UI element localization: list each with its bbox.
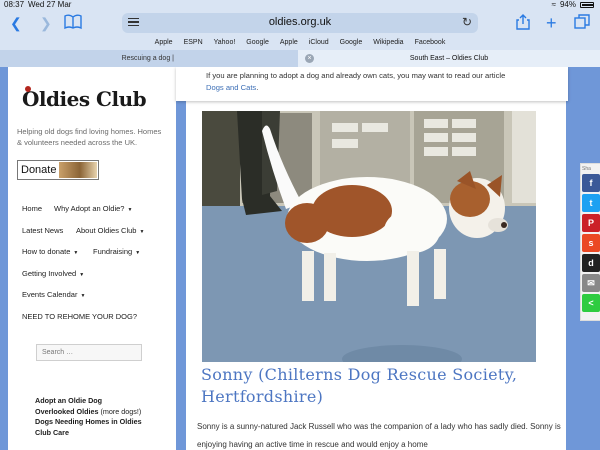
new-tab-icon[interactable]: + (546, 14, 557, 32)
nav-label: Getting Involved (22, 268, 77, 278)
favorites-bar: Apple ESPN Yahoo! Google Apple iCloud Go… (0, 36, 600, 50)
search-input[interactable]: Search … (36, 344, 142, 361)
web-page: Oldies Club Helping old dogs find loving… (0, 67, 600, 450)
favorite-link[interactable]: ESPN (184, 36, 203, 50)
clock: 08:37 (4, 0, 25, 9)
left-border (0, 67, 8, 450)
caret-down-icon: ▼ (73, 250, 79, 256)
donate-dog-image (59, 162, 97, 178)
donate-button[interactable]: Donate (17, 160, 99, 180)
share-icon[interactable]: < (582, 294, 600, 312)
nav-about[interactable]: About Oldies Club ▼ (76, 226, 144, 235)
nav-getting-involved[interactable]: Getting Involved ▼ (22, 269, 84, 278)
post-body: Sonny is a sunny-natured Jack Russell wh… (197, 422, 561, 449)
twitter-icon[interactable]: t (582, 194, 600, 212)
paw-icon (25, 86, 31, 92)
caret-down-icon: ▼ (127, 207, 133, 213)
nav-latest-news[interactable]: Latest News (22, 226, 63, 235)
share-sheet-icon[interactable] (516, 14, 530, 32)
email-icon[interactable]: ✉ (582, 274, 600, 292)
nav-label: Events Calendar (22, 290, 78, 299)
favorite-link[interactable]: Wikipedia (373, 36, 403, 50)
donate-label: Donate (21, 164, 57, 176)
nav-rehome-your-dog[interactable]: NEED TO REHOME YOUR DOG? (22, 312, 137, 321)
back-icon[interactable]: ❮ (10, 14, 22, 32)
link-overlooked-oldies[interactable]: Overlooked Oldies (more dogs!) (35, 407, 145, 418)
safari-toolbar: ❮ ❯ oldies.org.uk ↻ + (0, 10, 600, 36)
nav-label: How to donate (22, 247, 71, 256)
tab-rescuing-a-dog[interactable]: Rescuing a dog | (0, 50, 298, 67)
close-icon[interactable]: × (305, 54, 314, 63)
battery-icon (580, 1, 594, 8)
link-label: Overlooked Oldies (35, 406, 99, 416)
favorite-link[interactable]: Google (246, 36, 269, 50)
dog-links: Adopt an Oldie Dog Overlooked Oldies (mo… (35, 396, 145, 438)
date: Wed 27 Mar (28, 0, 72, 9)
caret-down-icon: ▼ (135, 250, 141, 256)
reload-icon[interactable]: ↻ (462, 15, 472, 29)
caret-down-icon: ▼ (80, 293, 86, 299)
link-note: (more dogs!) (98, 406, 142, 416)
delicious-icon[interactable]: d (582, 254, 600, 272)
favorite-link[interactable]: Apple (155, 36, 173, 50)
link-label: Dogs Needing Homes in Oldies Club Care (35, 417, 142, 437)
share-bar: Sha f t P s d ✉ < (580, 163, 600, 321)
wifi-icon: ≈ (551, 0, 556, 9)
nav-home[interactable]: Home (22, 204, 42, 213)
favorite-link[interactable]: Yahoo! (214, 36, 236, 50)
nav-label: Why Adopt an Oldie? (54, 204, 125, 213)
favorite-link[interactable]: Google (340, 36, 363, 50)
status-bar: 08:37 Wed 27 Mar ≈ 94% (0, 0, 600, 10)
nav-why-adopt[interactable]: Why Adopt an Oldie? ▼ (54, 204, 132, 213)
dog-photo (202, 111, 536, 362)
site-logo[interactable]: Oldies Club (22, 86, 147, 111)
nav-label: About Oldies Club (76, 225, 137, 235)
sidebar: Oldies Club Helping old dogs find loving… (8, 67, 176, 450)
nav-events-calendar[interactable]: Events Calendar ▼ (22, 290, 85, 299)
main-navigation: Home Why Adopt an Oldie? ▼ Latest News Ab… (22, 204, 182, 333)
caret-down-icon: ▼ (79, 271, 85, 278)
nav-label: Fundraising (93, 247, 133, 256)
link-label: Adopt an Oldie Dog (35, 396, 103, 405)
favorite-link[interactable]: Apple (280, 36, 298, 50)
pinterest-icon[interactable]: P (582, 214, 600, 232)
battery-percent: 94% (559, 0, 576, 9)
notice-text: If you are planning to adopt a dog and a… (206, 71, 506, 80)
site-tagline: Helping old dogs find loving homes. Home… (17, 127, 162, 147)
favorite-link[interactable]: iCloud (309, 36, 329, 50)
nav-how-to-donate[interactable]: How to donate ▼ (22, 247, 78, 256)
share-label: Sha (582, 166, 591, 172)
favorite-link[interactable]: Facebook (415, 36, 446, 50)
tabs-overview-icon[interactable] (574, 14, 590, 32)
tab-south-east-oldies-club[interactable]: South East – Oldies Club (298, 50, 600, 67)
url-text: oldies.org.uk (268, 16, 332, 28)
stumbleupon-icon[interactable]: s (582, 234, 600, 252)
tab-bar: Rescuing a dog | South East – Oldies Clu… (0, 50, 600, 67)
link-adopt-an-oldie[interactable]: Adopt an Oldie Dog (35, 396, 145, 407)
caret-down-icon: ▼ (139, 228, 145, 235)
forward-icon[interactable]: ❯ (40, 14, 52, 32)
dogs-and-cats-link[interactable]: Dogs and Cats (206, 83, 256, 92)
nav-fundraising[interactable]: Fundraising ▼ (93, 247, 140, 256)
bookmarks-icon[interactable] (64, 14, 82, 32)
notice-period: . (256, 83, 259, 92)
link-dogs-needing-homes[interactable]: Dogs Needing Homes in Oldies Club Care (35, 417, 145, 438)
facebook-icon[interactable]: f (582, 174, 600, 192)
post-title[interactable]: Sonny (Chilterns Dog Rescue Society, Her… (201, 364, 561, 408)
address-bar[interactable]: oldies.org.uk ↻ (122, 13, 478, 33)
cats-notice: If you are planning to adopt a dog and a… (176, 67, 568, 101)
status-right: ≈ 94% (552, 0, 594, 9)
